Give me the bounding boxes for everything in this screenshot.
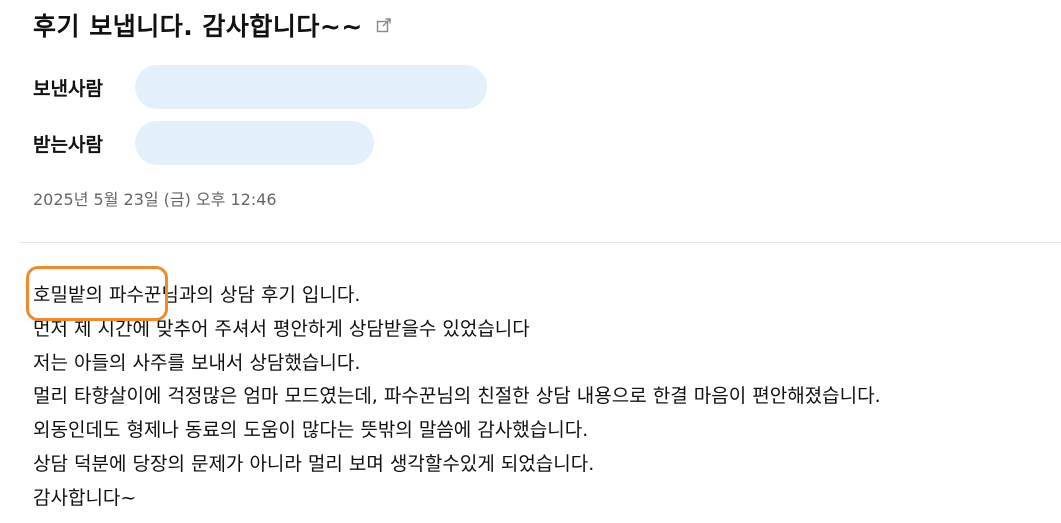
- sent-date: 2025년 5월 23일 (금) 오후 12:46: [33, 190, 277, 209]
- body-line: 상담 덕분에 당장의 문제가 아니라 멀리 보며 생각할수있게 되었습니다.: [33, 452, 595, 475]
- subject-row: 후기 보냅니다. 감사합니다~~: [33, 6, 393, 44]
- receiver-label: 받는사람: [33, 133, 103, 156]
- header-divider: [19, 242, 1061, 243]
- body-line-text: 님과의 상담 후기 입니다.: [161, 284, 361, 306]
- receiver-address-chip[interactable]: [135, 121, 374, 165]
- body-line: 저는 아들의 사주를 보내서 상담했습니다.: [33, 351, 361, 374]
- sender-address-chip[interactable]: [135, 65, 487, 109]
- body-line: 먼저 제 시간에 맞추어 주셔서 평안하게 상담받을수 있었습니다: [33, 317, 530, 340]
- sender-row: 보낸사람: [33, 65, 487, 109]
- receiver-row: 받는사람: [33, 121, 374, 165]
- body-line: 호밀밭의 파수꾼님과의 상담 후기 입니다.: [25, 266, 1058, 321]
- body-line: 멀리 타향살이에 걱정많은 엄마 모드였는데, 파수꾼님의 친절한 상담 내용으…: [33, 385, 881, 408]
- email-body: 호밀밭의 파수꾼님과의 상담 후기 입니다. 먼저 제 시간에 맞추어 주셔서 …: [25, 266, 1058, 516]
- body-line: 외동인데도 형제나 동료의 도움이 많다는 뜻밖의 말씀에 감사했습니다.: [33, 419, 589, 442]
- external-link-icon[interactable]: [375, 16, 393, 34]
- body-line: 감사합니다~: [33, 486, 137, 509]
- highlighted-name: 호밀밭의 파수꾼: [25, 266, 169, 321]
- email-subject: 후기 보냅니다. 감사합니다~~: [33, 12, 363, 41]
- sender-label: 보낸사람: [33, 77, 103, 100]
